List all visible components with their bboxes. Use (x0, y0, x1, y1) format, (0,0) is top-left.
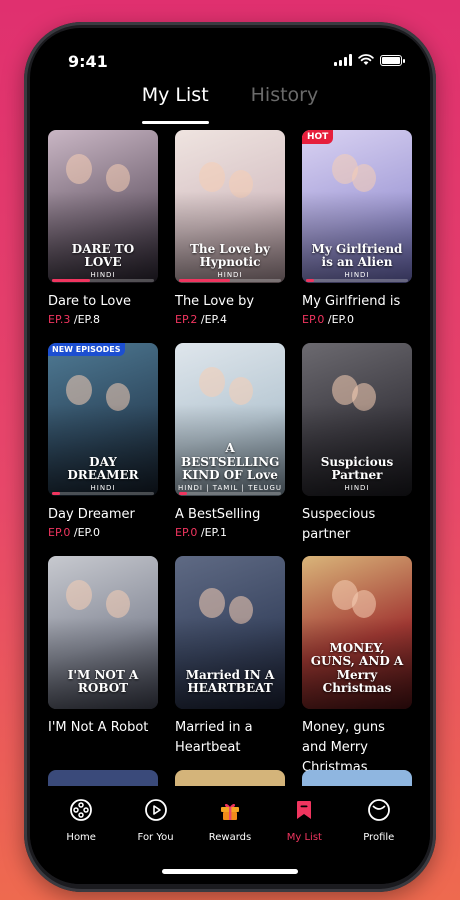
episode-current: EP.0 (302, 313, 325, 326)
watch-progress-bar (179, 492, 281, 495)
item-title[interactable]: Day Dreamer (48, 505, 158, 525)
poster-language: HINDI (90, 271, 116, 279)
item-title[interactable]: Suspecious partner (302, 505, 412, 545)
nav-label: For You (137, 832, 174, 843)
poster-title: The Love by Hypnotic (189, 241, 271, 269)
poster-language: HINDI (344, 484, 370, 492)
poster-thumbnail[interactable]: I'M NOT A ROBOT (48, 556, 158, 709)
item-title[interactable]: The Love by (175, 292, 285, 312)
nav-label: Rewards (208, 832, 252, 843)
tab-history[interactable]: History (251, 84, 319, 124)
item-title[interactable]: Money, guns and Merry Christmas (302, 718, 412, 778)
poster-language: HINDI (217, 271, 243, 279)
poster-title: A BESTSELLING KIND OF Love (181, 441, 280, 482)
nav-label: Home (66, 832, 96, 843)
poster-language: HINDI (90, 484, 116, 492)
list-item[interactable]: Suspicious Partner HINDI Suspecious part… (302, 343, 412, 556)
episode-progress: EP.0 /EP.1 (175, 526, 285, 539)
app-screen: 9:41 My List History DARE TO LOVE HINDI (30, 28, 430, 884)
poster-thumbnail[interactable]: HOT My Girlfriend is an Alien HINDI (302, 130, 412, 283)
item-title[interactable]: Dare to Love (48, 292, 158, 312)
poster-title: MONEY, GUNS, AND A Merry Christmas (310, 641, 404, 695)
poster-badge: NEW EPISODES (48, 343, 125, 356)
episode-current: EP.0 (175, 526, 198, 539)
bookmark-icon (292, 798, 316, 825)
episode-progress: EP.0 /EP.0 (48, 526, 158, 539)
play-circle-icon (144, 798, 168, 825)
nav-item-profile[interactable]: Profile (346, 798, 412, 884)
poster-language: HINDI | TAMIL | TELUGU (177, 484, 283, 492)
wifi-icon (358, 54, 374, 65)
poster-thumbnail[interactable]: MONEY, GUNS, AND A Merry Christmas (302, 556, 412, 709)
tab-my-list[interactable]: My List (141, 84, 209, 124)
top-tabs: My List History (30, 84, 430, 124)
item-title[interactable]: I'M Not A Robot (48, 718, 158, 738)
episode-progress: EP.2 /EP.4 (175, 313, 285, 326)
episode-progress: EP.0 /EP.0 (302, 313, 412, 326)
status-icons (334, 54, 405, 66)
nav-label: Profile (363, 832, 395, 843)
list-item[interactable]: Married IN A HEARTBEAT Married in a Hear… (175, 556, 285, 769)
item-title[interactable]: My Girlfriend is (302, 292, 412, 312)
nav-item-home[interactable]: Home (48, 798, 114, 884)
watchlist-grid: DARE TO LOVE HINDI Dare to Love EP.3 /EP… (48, 130, 414, 775)
watch-progress-bar (52, 279, 154, 282)
episode-total: /EP.4 (197, 313, 227, 326)
status-time: 9:41 (68, 52, 108, 71)
episode-current: EP.2 (175, 313, 198, 326)
episode-total: /EP.0 (70, 526, 100, 539)
list-item[interactable]: A BESTSELLING KIND OF Love HINDI | TAMIL… (175, 343, 285, 556)
watch-progress-bar (52, 492, 154, 495)
episode-total: /EP.8 (70, 313, 100, 326)
poster-badge: HOT (302, 130, 334, 144)
item-title[interactable]: A BestSelling (175, 505, 285, 525)
poster-thumbnail[interactable]: Married IN A HEARTBEAT (175, 556, 285, 709)
episode-total: /EP.1 (197, 526, 227, 539)
poster-title: DARE TO LOVE (71, 241, 135, 269)
poster-title: My Girlfriend is an Alien (311, 241, 403, 269)
poster-title: DAY DREAMER (67, 454, 139, 482)
nav-label: My List (286, 832, 322, 843)
list-item[interactable]: DARE TO LOVE HINDI Dare to Love EP.3 /EP… (48, 130, 158, 343)
gift-icon (218, 798, 242, 825)
home-indicator (162, 869, 298, 874)
poster-thumbnail[interactable]: Suspicious Partner HINDI (302, 343, 412, 496)
poster-thumbnail[interactable]: A BESTSELLING KIND OF Love HINDI | TAMIL… (175, 343, 285, 496)
film-reel-icon (69, 798, 93, 825)
episode-total: /EP.0 (324, 313, 354, 326)
poster-title: Suspicious Partner (320, 454, 394, 482)
list-item[interactable]: The Love by Hypnotic HINDI The Love by E… (175, 130, 285, 343)
profile-icon (367, 798, 391, 825)
poster-language: HINDI (344, 271, 370, 279)
poster-thumbnail[interactable]: NEW EPISODES DAY DREAMER HINDI (48, 343, 158, 496)
list-item[interactable]: HOT My Girlfriend is an Alien HINDI My G… (302, 130, 412, 343)
item-title[interactable]: Married in a Heartbeat (175, 718, 285, 758)
poster-thumbnail[interactable]: The Love by Hypnotic HINDI (175, 130, 285, 283)
battery-icon (380, 55, 405, 66)
episode-current: EP.3 (48, 313, 71, 326)
episode-current: EP.0 (48, 526, 71, 539)
list-item[interactable]: MONEY, GUNS, AND A Merry Christmas Money… (302, 556, 412, 775)
episode-progress: EP.3 /EP.8 (48, 313, 158, 326)
status-bar: 9:41 (30, 28, 430, 80)
poster-thumbnail[interactable]: DARE TO LOVE HINDI (48, 130, 158, 283)
watch-progress-bar (179, 279, 281, 282)
signal-icon (334, 54, 352, 66)
poster-title: I'M NOT A ROBOT (67, 667, 139, 695)
list-item[interactable]: NEW EPISODES DAY DREAMER HINDI Day Dream… (48, 343, 158, 556)
watch-progress-bar (306, 279, 408, 282)
list-item[interactable]: I'M NOT A ROBOT I'M Not A Robot (48, 556, 158, 769)
poster-title: Married IN A HEARTBEAT (185, 667, 275, 695)
